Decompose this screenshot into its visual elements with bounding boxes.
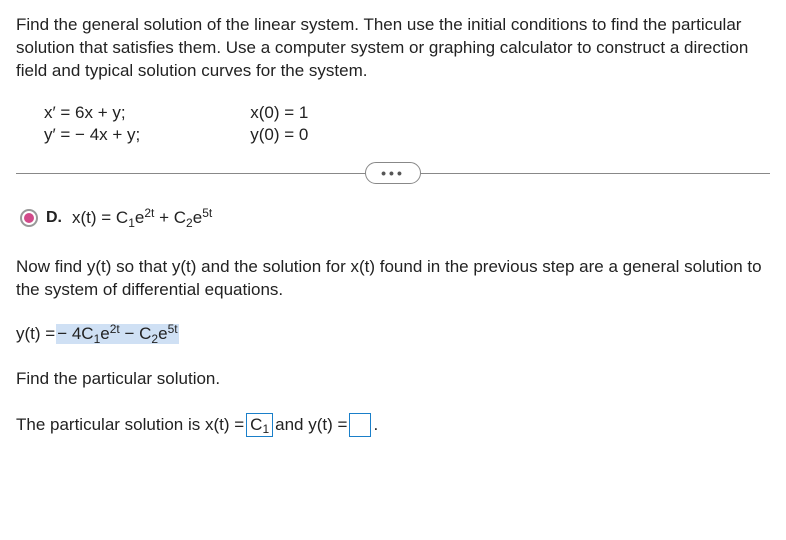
ye1: e — [100, 324, 109, 343]
yt-highlighted-answer: − 4C1e2t − C2e5t — [56, 324, 178, 344]
ic-eq1: x(0) = 1 — [250, 103, 308, 123]
yt-prefix: y(t) = — [16, 324, 55, 344]
ode-eq1: x′ = 6x + y; — [44, 103, 140, 123]
box1-content: C — [250, 415, 262, 435]
final-text-1: The particular solution is x(t) = — [16, 415, 244, 435]
s1: 1 — [94, 332, 101, 346]
final-period: . — [373, 415, 378, 435]
box1-sub: 1 — [262, 422, 269, 436]
ode-column: x′ = 6x + y; y′ = − 4x + y; — [44, 103, 140, 145]
yt-answer-line: y(t) = − 4C1e2t − C2e5t — [16, 324, 770, 344]
yt-prompt: Now find y(t) so that y(t) and the solut… — [16, 256, 770, 302]
radio-selected-icon — [24, 213, 34, 223]
t1: − 4C — [57, 324, 93, 343]
exp1: 2t — [144, 206, 154, 220]
answer-option-d: D. x(t) = C1e2t + C2e5t — [20, 208, 770, 228]
initial-conditions-column: x(0) = 1 y(0) = 0 — [250, 103, 308, 145]
ic-eq2: y(0) = 0 — [250, 125, 308, 145]
xt-answer-input[interactable]: C1 — [246, 413, 273, 437]
e2: e — [193, 208, 202, 227]
minus: − C — [120, 324, 152, 343]
yx1: 2t — [110, 322, 120, 336]
exp2: 5t — [202, 206, 212, 220]
section-divider: ••• — [16, 173, 770, 174]
expr-part: x(t) = C — [72, 208, 128, 227]
option-letter: D. — [46, 209, 62, 227]
equation-system: x′ = 6x + y; y′ = − 4x + y; x(0) = 1 y(0… — [44, 103, 770, 145]
problem-statement: Find the general solution of the linear … — [16, 14, 770, 83]
ye2: e — [158, 324, 167, 343]
find-particular-prompt: Find the particular solution. — [16, 368, 770, 391]
ode-eq2: y′ = − 4x + y; — [44, 125, 140, 145]
sub2: 2 — [186, 216, 193, 230]
plus: + C — [154, 208, 186, 227]
yt-answer-input[interactable] — [349, 413, 371, 437]
final-text-2: and y(t) = — [275, 415, 347, 435]
sub1: 1 — [128, 216, 135, 230]
yx2: 5t — [168, 322, 178, 336]
e1: e — [135, 208, 144, 227]
particular-solution-line: The particular solution is x(t) = C1 and… — [16, 413, 770, 437]
s2: 2 — [151, 332, 158, 346]
radio-button-d[interactable] — [20, 209, 38, 227]
expand-dots-button[interactable]: ••• — [365, 162, 421, 184]
option-d-expression: x(t) = C1e2t + C2e5t — [72, 208, 212, 228]
